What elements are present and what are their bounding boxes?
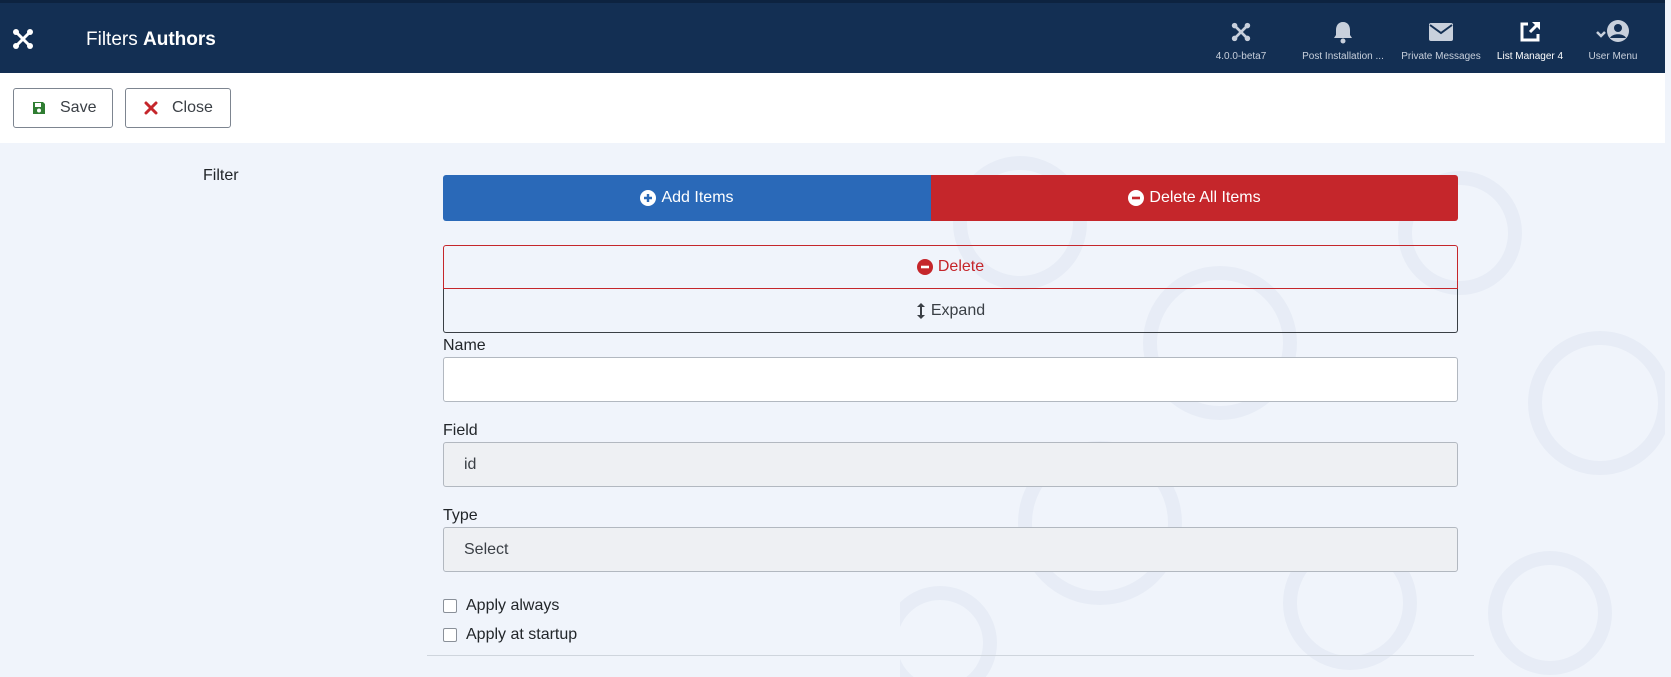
delete-item-button[interactable]: Delete bbox=[443, 245, 1458, 289]
apply-startup-checkbox[interactable] bbox=[443, 628, 457, 642]
header-item-private-messages[interactable]: Private Messages bbox=[1396, 17, 1486, 62]
header-item-label: List Manager 4 bbox=[1496, 51, 1564, 62]
apply-always-checkbox[interactable] bbox=[443, 599, 457, 613]
save-icon bbox=[32, 101, 46, 115]
header-item-label: Post Installation ... bbox=[1302, 51, 1384, 62]
apply-startup-checkbox-row[interactable]: Apply at startup bbox=[443, 626, 577, 644]
delete-item-label: Delete bbox=[937, 258, 985, 275]
user-icon bbox=[1568, 17, 1658, 47]
joomla-icon bbox=[1196, 17, 1286, 47]
external-link-icon bbox=[1485, 17, 1575, 47]
minus-circle-icon bbox=[916, 259, 933, 275]
type-field-label: Type bbox=[443, 507, 478, 524]
field-input-value: id bbox=[464, 455, 477, 473]
minus-circle-icon bbox=[1128, 190, 1145, 206]
header-item-version[interactable]: 4.0.0-beta7 bbox=[1196, 17, 1286, 62]
page-title-bold: Authors bbox=[143, 29, 216, 50]
header-item-post-installation[interactable]: Post Installation ... bbox=[1298, 17, 1388, 62]
add-items-button[interactable]: Add Items bbox=[443, 175, 931, 221]
header-item-list-manager[interactable]: List Manager 4 bbox=[1485, 17, 1575, 62]
close-button[interactable]: Close bbox=[125, 88, 231, 128]
save-button-label: Save bbox=[60, 99, 97, 116]
close-icon bbox=[144, 101, 158, 115]
expand-item-button[interactable]: Expand bbox=[443, 289, 1458, 333]
apply-startup-label: Apply at startup bbox=[466, 626, 578, 643]
top-header: Filters Authors 4.0.0-beta7 Post Install… bbox=[0, 0, 1665, 73]
name-input[interactable] bbox=[443, 357, 1458, 402]
joomla-logo-icon[interactable] bbox=[11, 27, 35, 51]
delete-all-items-label: Delete All Items bbox=[1149, 189, 1261, 206]
header-item-label: User Menu bbox=[1588, 51, 1638, 62]
type-select[interactable]: Select bbox=[443, 527, 1458, 572]
field-input[interactable]: id bbox=[443, 442, 1458, 487]
vertical-arrows-icon bbox=[916, 302, 926, 320]
plus-circle-icon bbox=[640, 190, 657, 206]
delete-all-items-button[interactable]: Delete All Items bbox=[931, 175, 1458, 221]
add-items-label: Add Items bbox=[661, 189, 734, 206]
envelope-icon bbox=[1396, 17, 1486, 47]
background-pattern bbox=[900, 156, 1665, 677]
save-button[interactable]: Save bbox=[13, 88, 113, 128]
name-field-label: Name bbox=[443, 337, 486, 354]
header-item-label: Private Messages bbox=[1401, 51, 1481, 62]
filter-section-label: Filter bbox=[203, 167, 239, 184]
field-field-label: Field bbox=[443, 422, 478, 439]
close-button-label: Close bbox=[172, 99, 213, 116]
page-title: Filters Authors bbox=[86, 29, 216, 51]
action-toolbar: Save Close bbox=[0, 73, 1665, 143]
bell-icon bbox=[1298, 17, 1388, 47]
apply-always-label: Apply always bbox=[466, 597, 560, 614]
apply-always-checkbox-row[interactable]: Apply always bbox=[443, 597, 559, 615]
section-divider bbox=[427, 655, 1474, 656]
header-item-label: 4.0.0-beta7 bbox=[1215, 51, 1267, 62]
page-title-prefix: Filters bbox=[86, 29, 138, 50]
expand-item-label: Expand bbox=[930, 301, 986, 319]
header-item-user-menu[interactable]: User Menu bbox=[1568, 17, 1658, 62]
type-select-value: Select bbox=[464, 540, 509, 558]
